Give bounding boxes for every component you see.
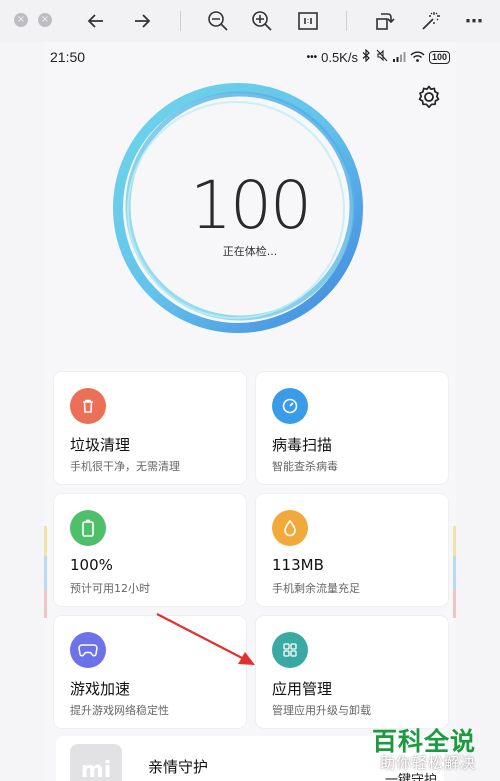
card-title: 病毒扫描 xyxy=(272,436,333,454)
edge-strip xyxy=(453,526,456,556)
edge-strip xyxy=(44,590,47,618)
zoom-in-icon[interactable] xyxy=(250,9,274,33)
more-options-icon[interactable]: ⋯ xyxy=(462,9,486,33)
back-arrow-icon[interactable] xyxy=(84,9,108,33)
edge-strip xyxy=(44,556,47,590)
status-indicators: ••• 0.5K/s 100 xyxy=(306,48,450,65)
settings-gear-icon[interactable] xyxy=(416,84,442,110)
card-title: 应用管理 xyxy=(272,680,333,698)
notification-dots: ••• xyxy=(306,51,318,63)
mute-icon xyxy=(375,49,388,65)
card-virus-scan[interactable]: 病毒扫描 智能查杀病毒 xyxy=(256,372,448,484)
toolbar-divider xyxy=(346,11,347,31)
card-app-management[interactable]: 应用管理 管理应用升级与卸载 xyxy=(256,616,448,728)
network-speed: 0.5K/s xyxy=(321,49,358,65)
wifi-icon xyxy=(410,50,425,65)
scan-icon xyxy=(272,388,308,424)
card-title: 113MB xyxy=(272,556,324,574)
card-title: 100% xyxy=(70,556,113,574)
toolbar-divider xyxy=(180,11,181,31)
card-subtitle: 智能查杀病毒 xyxy=(272,460,338,473)
card-subtitle: 手机剩余流量充足 xyxy=(272,582,360,595)
actual-size-icon[interactable] xyxy=(296,9,320,33)
card-subtitle: 提升游戏网络稳定性 xyxy=(70,704,169,717)
score-status: 正在体检... xyxy=(222,245,278,258)
gamepad-icon xyxy=(70,632,106,668)
zoom-out-icon[interactable] xyxy=(206,9,230,33)
score-value: 100 xyxy=(190,167,312,244)
forward-arrow-icon[interactable] xyxy=(130,9,154,33)
status-bar: 21:50 ••• 0.5K/s 100 xyxy=(44,42,456,72)
bluetooth-icon xyxy=(362,48,371,65)
card-subtitle: 预计可用12小时 xyxy=(70,582,150,595)
card-subtitle: 手机很干净，无需清理 xyxy=(70,460,180,473)
card-subtitle: 管理应用升级与卸载 xyxy=(272,704,371,717)
card-title: 游戏加速 xyxy=(70,680,131,698)
edge-strip xyxy=(44,526,47,556)
minimize-window-button[interactable]: × xyxy=(38,13,52,27)
edge-strip xyxy=(453,556,456,590)
family-guard-title: 亲情守护 xyxy=(148,758,209,776)
battery-indicator: 100 xyxy=(428,50,450,64)
card-junk-cleanup[interactable]: 垃圾清理 手机很干净，无需清理 xyxy=(54,372,246,484)
signal-icon xyxy=(392,50,406,65)
mi-logo: mi xyxy=(70,744,122,781)
viewer-toolbar: × × ⋯ xyxy=(0,0,500,42)
phone-screen: 21:50 ••• 0.5K/s 100 100 正在体检... 垃圾清理 手机… xyxy=(44,42,456,781)
watermark-subtitle: 助你轻松解决 xyxy=(380,754,477,772)
card-battery[interactable]: 100% 预计可用12小时 xyxy=(54,494,246,606)
status-time: 21:50 xyxy=(50,49,86,65)
apps-icon xyxy=(272,632,308,668)
card-data-usage[interactable]: 113MB 手机剩余流量充足 xyxy=(256,494,448,606)
magic-wand-icon[interactable] xyxy=(418,9,442,33)
watermark: 百科全说 助你轻松解决 xyxy=(366,718,500,781)
battery-icon xyxy=(70,510,106,546)
card-title: 垃圾清理 xyxy=(70,436,131,454)
data-icon xyxy=(272,510,308,546)
edge-strip xyxy=(453,590,456,618)
close-window-button[interactable]: × xyxy=(14,13,28,27)
card-game-boost[interactable]: 游戏加速 提升游戏网络稳定性 xyxy=(54,616,246,728)
trash-icon xyxy=(70,388,106,424)
rotate-icon[interactable] xyxy=(372,9,396,33)
